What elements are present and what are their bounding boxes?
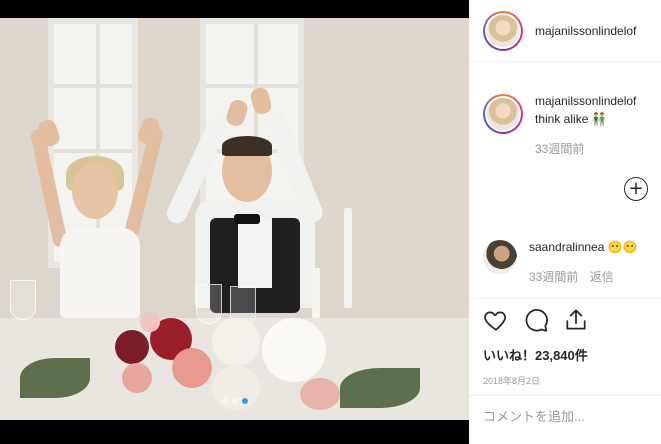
carousel-dot <box>221 398 228 404</box>
comment-text: 😶😶 <box>607 240 638 254</box>
carousel-dot-active <box>241 398 248 404</box>
author-username[interactable]: majanilssonlindelof <box>535 24 636 38</box>
comment-time[interactable]: 33週間前 <box>529 270 578 284</box>
photo-flower <box>115 330 149 364</box>
plus-circle-icon[interactable]: + <box>624 177 648 201</box>
photo-greenery <box>20 358 90 398</box>
author-avatar[interactable] <box>483 10 523 51</box>
photo-groom-hair <box>222 136 272 156</box>
heart-icon[interactable] <box>483 307 509 333</box>
photo-flower <box>262 318 326 382</box>
photo-flower <box>122 363 152 393</box>
photo-flower <box>300 378 340 410</box>
photo-flower <box>172 348 212 388</box>
photo-glass <box>196 284 222 324</box>
like-count[interactable]: いいね！23,840件 <box>469 333 661 364</box>
post-date[interactable]: 2018年8月2日 <box>469 364 661 387</box>
share-icon[interactable] <box>563 307 589 333</box>
photo-candle <box>344 208 352 308</box>
photo-flower <box>212 318 260 366</box>
reply-button[interactable]: 返信 <box>590 270 614 284</box>
caption-username[interactable]: majanilssonlindelof <box>535 94 636 108</box>
photo-bride-dress <box>60 228 140 318</box>
commenter-username[interactable]: saandralinnea <box>529 240 604 254</box>
caption-time[interactable]: 33週間前 <box>535 140 636 157</box>
caption-avatar[interactable] <box>483 94 523 134</box>
photo-groom-shirt-front <box>238 218 272 288</box>
photo-glass <box>10 280 36 320</box>
carousel-indicator <box>0 398 469 404</box>
post-header: majanilssonlindelof <box>469 0 661 62</box>
post-photo[interactable] <box>0 18 469 420</box>
caption-text: think alike 👬 <box>535 112 607 126</box>
comment-item: saandralinnea 😶😶 33週間前 返信 <box>483 240 638 285</box>
carousel-dot <box>231 398 238 404</box>
post-actions: いいね！23,840件 2018年8月2日 コメントを追加... <box>469 298 661 434</box>
comment-bubble-icon[interactable] <box>523 307 549 333</box>
photo-bride-face <box>72 163 118 219</box>
caption-comment: majanilssonlindelof think alike 👬 33週間前 <box>483 94 636 157</box>
add-comment-input[interactable]: コメントを追加... <box>469 395 661 435</box>
post-sidebar: majanilssonlindelof majanilssonlindelof … <box>469 0 661 444</box>
photo-candle <box>312 268 320 318</box>
commenter-avatar[interactable] <box>483 240 517 274</box>
comments-section: majanilssonlindelof think alike 👬 33週間前 … <box>469 62 661 298</box>
photo-flower <box>140 312 160 332</box>
photo-bowtie <box>234 214 260 224</box>
